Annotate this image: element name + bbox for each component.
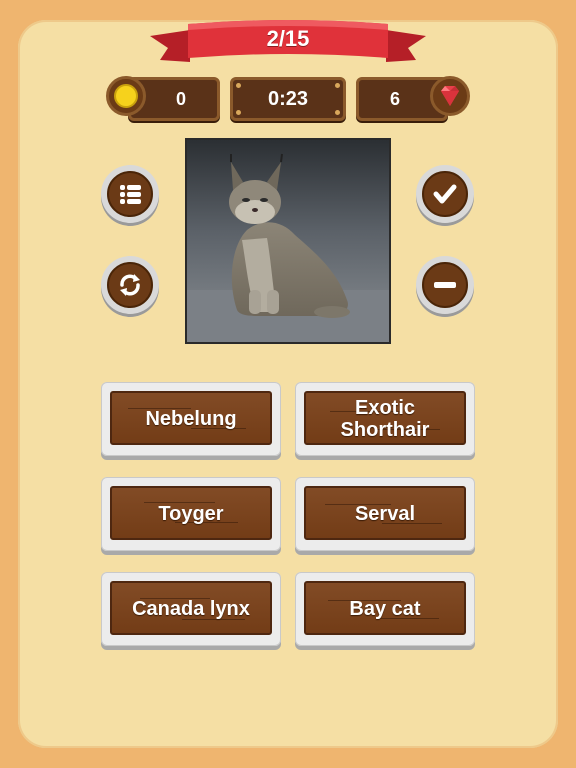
minus-icon — [434, 282, 456, 288]
refresh-icon — [120, 274, 140, 296]
question-photo — [187, 140, 389, 342]
lynx-image — [187, 140, 389, 342]
gem-count: 6 — [389, 89, 400, 109]
progress-ribbon: 2/15 — [150, 18, 426, 70]
answer-label: Serval — [354, 503, 416, 525]
coin-count: 0 — [175, 89, 186, 109]
answer-label: Canada lynx — [132, 598, 250, 620]
list-icon — [120, 185, 141, 204]
check-icon — [433, 184, 457, 204]
coin-icon — [106, 76, 146, 116]
answer-button-toyger[interactable]: Toyger — [101, 477, 281, 551]
answer-label: Toyger — [158, 503, 224, 525]
answer-button-nebelung[interactable]: Nebelung — [101, 382, 281, 456]
answer-label: Exotic Shorthair — [340, 397, 430, 441]
answer-button-serval[interactable]: Serval — [295, 477, 475, 551]
answer-label: Nebelung — [145, 408, 237, 430]
remove-button[interactable] — [416, 256, 474, 314]
answer-button-exotic-shorthair[interactable]: Exotic Shorthair — [295, 382, 475, 456]
gem-icon — [430, 76, 470, 116]
timer-value: 0:23 — [267, 88, 309, 110]
check-button[interactable] — [416, 165, 474, 223]
answer-label: Bay cat — [349, 598, 421, 620]
refresh-button[interactable] — [101, 256, 159, 314]
answer-button-bay-cat[interactable]: Bay cat — [295, 572, 475, 646]
list-button[interactable] — [101, 165, 159, 223]
progress-label: 2/15 — [266, 26, 310, 51]
game-panel — [18, 20, 558, 748]
answer-button-canada-lynx[interactable]: Canada lynx — [101, 572, 281, 646]
timer-box: 0:23 — [230, 77, 346, 121]
